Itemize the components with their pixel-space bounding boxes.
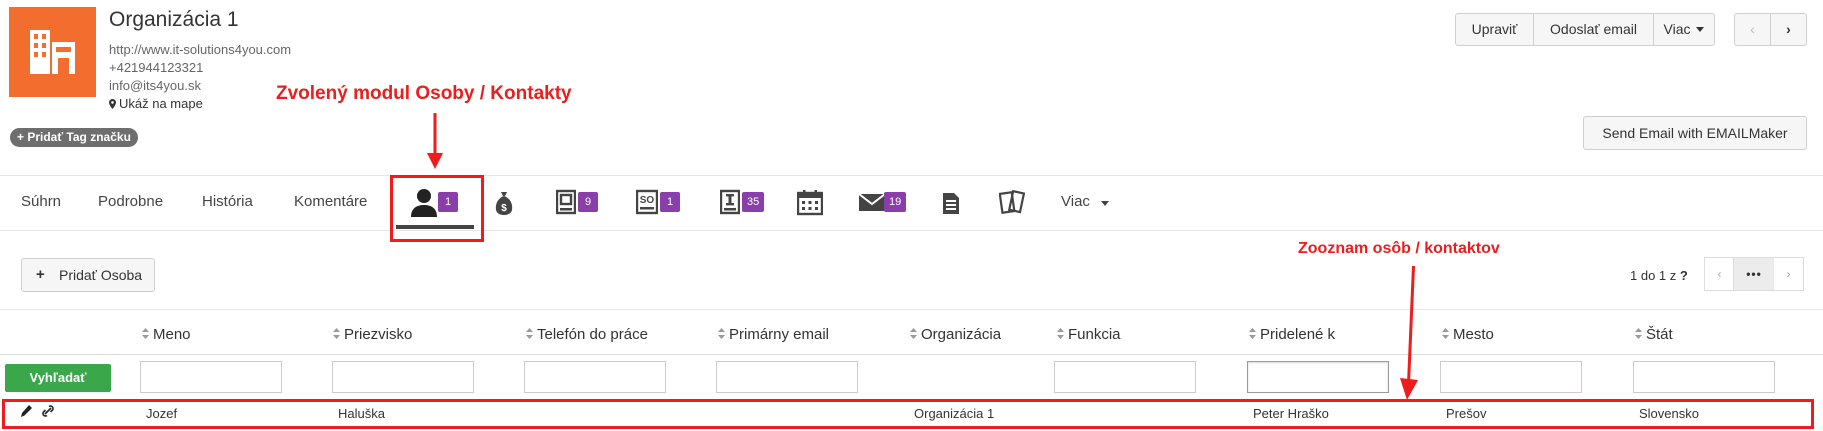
invoices-count-badge: 35 (742, 192, 765, 212)
sort-icon (718, 328, 725, 339)
column-header[interactable]: Funkcia (1057, 326, 1121, 343)
envelope-icon (858, 193, 886, 211)
edit-button[interactable]: Upraviť (1455, 13, 1534, 46)
quotes-count-badge: 9 (578, 192, 598, 212)
show-on-map-label: Ukáž na mape (119, 96, 203, 111)
next-page-button[interactable]: › (1774, 257, 1804, 291)
column-header[interactable]: Primárny email (718, 326, 829, 343)
page: Organizácia 1 http://www.it-solutions4yo… (0, 0, 1823, 431)
column-header[interactable]: Organizácia (910, 326, 1001, 343)
emails-count-badge: 19 (884, 192, 907, 212)
filter-country-input[interactable] (1633, 361, 1775, 393)
map-pin-icon (109, 99, 116, 109)
previous-record-button[interactable]: ‹ (1734, 13, 1771, 46)
sales-orders-count-badge: 1 (660, 192, 680, 212)
svg-text:$: $ (501, 203, 507, 214)
filter-work-phone-input[interactable] (524, 361, 666, 393)
column-header[interactable]: Meno (142, 326, 191, 343)
record-header: Organizácia 1 http://www.it-solutions4yo… (0, 0, 1823, 175)
add-contact-button[interactable]: + Pridať Osoba (21, 258, 155, 292)
sort-icon (1249, 328, 1256, 339)
add-contact-label: Pridať Osoba (59, 267, 143, 283)
tab-summary[interactable]: Súhrn (21, 193, 61, 210)
chevron-down-icon (1696, 27, 1705, 32)
table-header: Meno Priezvisko Telefón do práce Primárn… (0, 309, 1823, 355)
chevron-down-icon (1101, 201, 1109, 206)
annotation-selected-module: Zvolený modul Osoby / Kontakty (276, 83, 572, 104)
invoice-icon (720, 189, 740, 215)
documents-icon[interactable] (999, 187, 1025, 217)
document-icon[interactable] (942, 187, 960, 217)
filter-email-input[interactable] (716, 361, 858, 393)
filter-city-input[interactable] (1440, 361, 1582, 393)
emailmaker-button[interactable]: Send Email with EMAILMaker (1583, 116, 1807, 150)
related-tabs: Súhrn Podrobne História Komentáre 1 $ 9 (0, 175, 1823, 231)
pagination-range: 1 do 1 z (1630, 268, 1677, 283)
sort-icon (526, 328, 533, 339)
money-bag-icon[interactable]: $ (495, 187, 513, 217)
phone-number[interactable]: +421944123321 (109, 60, 203, 75)
next-record-button[interactable]: › (1770, 13, 1807, 46)
column-header[interactable]: Priezvisko (333, 326, 412, 343)
pagination-info: 1 do 1 z ? (1630, 268, 1688, 283)
filter-function-input[interactable] (1054, 361, 1196, 393)
page-jump-button[interactable]: ••• (1733, 257, 1775, 291)
sort-icon (333, 328, 340, 339)
quote-icon (556, 189, 576, 215)
calendar-icon[interactable] (797, 187, 823, 217)
annotation-arrow-down (427, 113, 443, 169)
sort-icon (1442, 328, 1449, 339)
tab-history[interactable]: História (202, 193, 253, 210)
website-link[interactable]: http://www.it-solutions4you.com (109, 42, 291, 57)
organization-icon (9, 7, 96, 97)
annotation-highlight-contacts-tab (390, 175, 484, 242)
sort-icon (910, 328, 917, 339)
tab-comments[interactable]: Komentáre (294, 193, 367, 210)
filter-last-name-input[interactable] (332, 361, 474, 393)
tab-more-label: Viac (1061, 193, 1090, 210)
search-filter-row: Vyhľadať (0, 355, 1823, 399)
show-on-map-link[interactable]: Ukáž na mape (109, 96, 203, 111)
tab-details[interactable]: Podrobne (98, 193, 163, 210)
column-header[interactable]: Štát (1635, 326, 1673, 343)
send-email-button[interactable]: Odoslať email (1533, 13, 1654, 46)
column-header[interactable]: Telefón do práce (526, 326, 648, 343)
sales-order-icon: SO (636, 189, 658, 215)
total-count-button[interactable]: ? (1680, 268, 1688, 283)
more-actions-label: Viac (1663, 21, 1691, 37)
column-header[interactable]: Mesto (1442, 326, 1494, 343)
annotation-highlight-contact-row (2, 399, 1814, 429)
search-button[interactable]: Vyhľadať (5, 364, 111, 392)
sort-icon (1057, 328, 1064, 339)
record-title: Organizácia 1 (109, 8, 239, 31)
annotation-arrow-down (1400, 266, 1418, 400)
add-tag-button[interactable]: + Pridať Tag značku (10, 128, 138, 147)
previous-page-button[interactable]: ‹ (1704, 257, 1734, 291)
plus-icon: + (36, 266, 45, 283)
filter-assigned-to-input[interactable] (1247, 361, 1389, 393)
annotation-contacts-list: Zooznam osôb / kontaktov (1298, 240, 1500, 257)
more-actions-button[interactable]: Viac (1653, 13, 1715, 46)
sort-icon (142, 328, 149, 339)
email-address[interactable]: info@its4you.sk (109, 78, 201, 93)
filter-first-name-input[interactable] (140, 361, 282, 393)
column-header[interactable]: Pridelené k (1249, 326, 1335, 343)
svg-text:SO: SO (640, 195, 655, 206)
sort-icon (1635, 328, 1642, 339)
